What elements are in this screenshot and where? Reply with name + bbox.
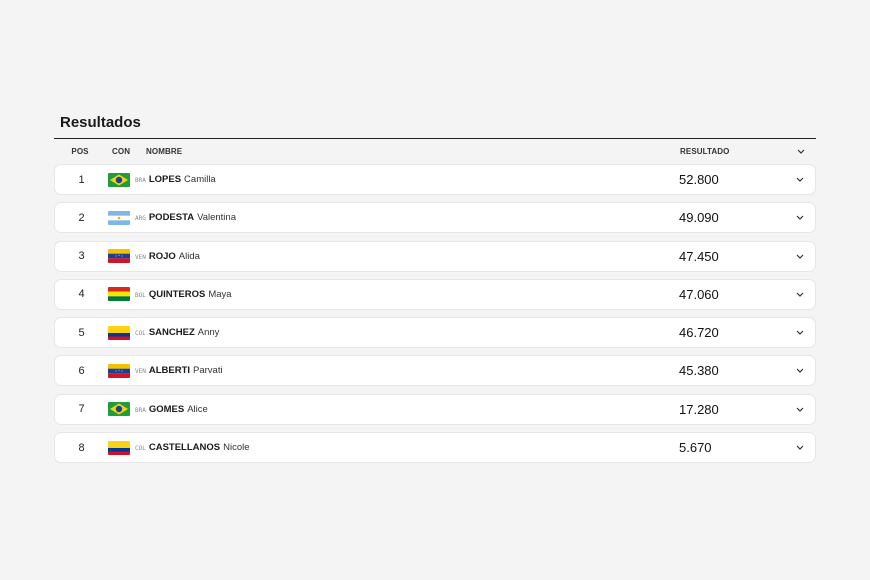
last-name: ROJO xyxy=(148,250,176,262)
table-header: POS CON NOMBRE RESULTADO xyxy=(54,139,816,163)
first-name: Parvati xyxy=(193,365,223,377)
chevron-down-icon[interactable] xyxy=(785,368,815,374)
header-pos: POS xyxy=(71,146,89,156)
bolivia-flag-icon xyxy=(108,287,130,302)
country-code: COL xyxy=(135,330,146,338)
first-name: Anny xyxy=(197,327,220,339)
athlete-name: COL SANCHEZ Anny xyxy=(135,327,679,339)
athlete-name: COL CASTELLANOS Nicole xyxy=(135,442,679,454)
chevron-down-icon[interactable] xyxy=(785,330,815,336)
last-name: CASTELLANOS xyxy=(148,442,221,454)
brazil-flag-icon xyxy=(108,172,130,187)
result-value: 47.450 xyxy=(679,248,719,264)
header-result: RESULTADO xyxy=(680,146,730,156)
table-row[interactable]: 7 BRA GOMES Alice 17.280 xyxy=(54,393,816,425)
last-name: PODESTA xyxy=(148,212,195,224)
table-row[interactable]: 3 VEN ROJO Alida 47.450 xyxy=(54,240,816,272)
result-value: 47.060 xyxy=(679,286,719,302)
country-code: VEN xyxy=(135,368,146,376)
brazil-flag-icon xyxy=(108,402,130,417)
first-name: Nicole xyxy=(223,442,250,454)
chevron-down-icon[interactable] xyxy=(785,215,815,221)
first-name: Camilla xyxy=(184,174,216,185)
venezuela-flag-icon xyxy=(108,363,130,378)
first-name: Maya xyxy=(208,288,232,300)
country-code: ARG xyxy=(135,215,146,223)
table-row[interactable]: 2 ARG PODESTA Valentina 49.090 xyxy=(54,202,816,234)
athlete-name: BRA LOPES Camilla xyxy=(135,174,679,185)
chevron-down-icon[interactable] xyxy=(786,149,816,154)
result-value: 17.280 xyxy=(679,401,719,417)
athlete-name: VEN ALBERTI Parvati xyxy=(135,365,679,377)
chevron-down-icon[interactable] xyxy=(785,445,815,450)
header-con: CON xyxy=(112,146,131,156)
table-row[interactable]: 8 COL CASTELLANOS Nicole 5.670 xyxy=(54,432,816,464)
table-row[interactable]: 4 BOL QUINTEROS Maya 47.060 xyxy=(54,278,816,310)
page-title: Resultados xyxy=(60,114,141,131)
position: 6 xyxy=(78,364,85,377)
country-code: BOL xyxy=(135,291,146,299)
results-list: 1 BRA LOPES Camilla 52.800 2 ARG PODESTA… xyxy=(54,164,816,464)
position: 5 xyxy=(78,326,85,339)
result-value: 46.720 xyxy=(679,325,719,341)
table-row[interactable]: 1 BRA LOPES Camilla 52.800 xyxy=(54,164,816,195)
position: 4 xyxy=(78,288,85,301)
country-code: COL xyxy=(135,445,146,453)
athlete-name: BOL QUINTEROS Maya xyxy=(135,288,679,300)
result-value: 52.800 xyxy=(679,172,719,187)
position: 7 xyxy=(78,403,85,416)
last-name: LOPES xyxy=(148,174,182,185)
header-name: NOMBRE xyxy=(146,146,183,156)
table-row[interactable]: 6 VEN ALBERTI Parvati 45.380 xyxy=(54,355,816,387)
first-name: Alice xyxy=(187,403,208,415)
position: 1 xyxy=(78,173,85,186)
chevron-down-icon[interactable] xyxy=(785,177,815,182)
chevron-down-icon[interactable] xyxy=(785,407,815,412)
position: 3 xyxy=(78,250,85,263)
argentina-flag-icon xyxy=(108,210,130,225)
first-name: Alida xyxy=(178,250,200,262)
last-name: ALBERTI xyxy=(148,365,191,377)
last-name: GOMES xyxy=(148,403,185,415)
country-code: BRA xyxy=(135,406,146,414)
result-value: 5.670 xyxy=(679,440,712,456)
last-name: QUINTEROS xyxy=(148,288,206,300)
colombia-flag-icon xyxy=(108,325,130,340)
position: 8 xyxy=(78,441,85,454)
table-row[interactable]: 5 COL SANCHEZ Anny 46.720 xyxy=(54,317,816,349)
last-name: SANCHEZ xyxy=(148,327,195,339)
result-value: 45.380 xyxy=(679,363,719,379)
athlete-name: BRA GOMES Alice xyxy=(135,403,679,415)
athlete-name: VEN ROJO Alida xyxy=(135,250,679,262)
country-code: VEN xyxy=(135,253,146,261)
country-code: BRA xyxy=(135,177,146,184)
position: 2 xyxy=(78,211,85,224)
colombia-flag-icon xyxy=(108,440,130,455)
result-value: 49.090 xyxy=(679,210,719,226)
first-name: Valentina xyxy=(197,212,236,224)
chevron-down-icon[interactable] xyxy=(785,254,815,259)
results-panel: Resultados POS CON NOMBRE RESULTADO 1 BR… xyxy=(54,112,816,470)
athlete-name: ARG PODESTA Valentina xyxy=(135,212,679,224)
venezuela-flag-icon xyxy=(108,249,130,264)
chevron-down-icon[interactable] xyxy=(785,292,815,297)
